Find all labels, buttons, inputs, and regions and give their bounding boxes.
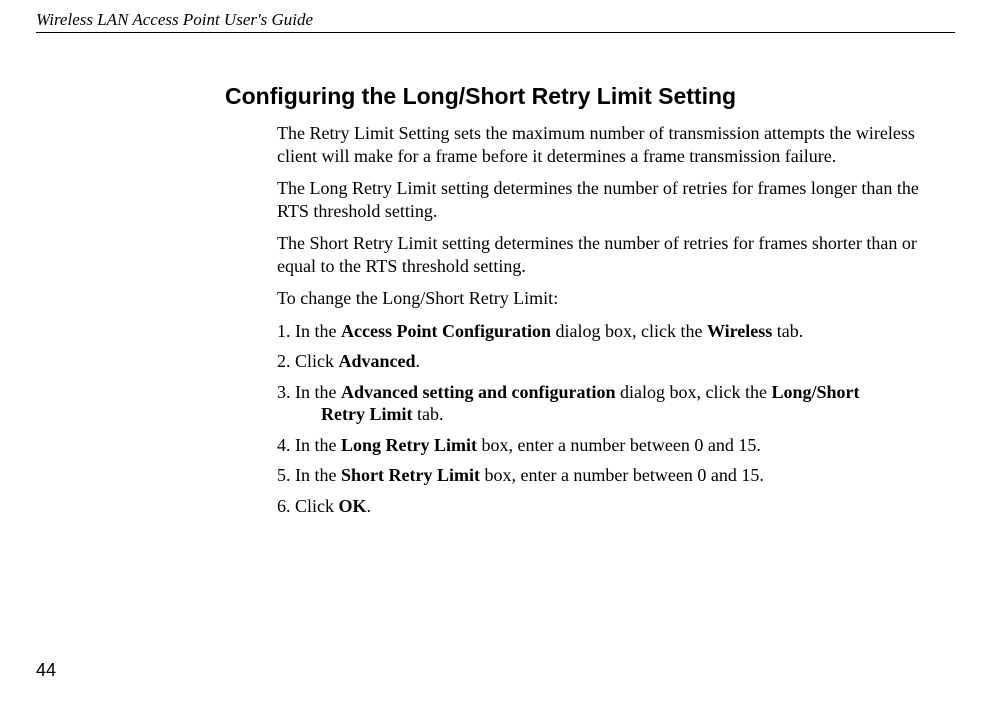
text-plain: In the [295, 435, 341, 455]
text-bold: OK [339, 496, 367, 516]
book-title-header: Wireless LAN Access Point User's Guide [0, 0, 991, 32]
text-plain: In the [295, 382, 341, 402]
text-bold: Retry Limit [321, 404, 412, 424]
text-bold: Short Retry Limit [341, 465, 480, 485]
step-2: Click Advanced. [277, 350, 955, 373]
text-plain: dialog box, click the [616, 382, 772, 402]
text-plain: Click [295, 351, 339, 371]
text-plain: In the [295, 321, 341, 341]
text-plain: . [367, 496, 372, 516]
text-bold: Advanced [339, 351, 416, 371]
paragraph-short-retry: The Short Retry Limit setting determines… [277, 232, 955, 277]
text-plain: Click [295, 496, 339, 516]
paragraph-intro: The Retry Limit Setting sets the maximum… [277, 122, 955, 167]
text-plain: tab. [412, 404, 443, 424]
text-plain: . [416, 351, 421, 371]
text-bold: Wireless [707, 321, 772, 341]
step-6: Click OK. [277, 495, 955, 518]
section-title: Configuring the Long/Short Retry Limit S… [225, 83, 991, 110]
text-plain: dialog box, click the [551, 321, 707, 341]
text-plain: box, enter a number between 0 and 15. [480, 465, 764, 485]
step-3-line2: Retry Limit tab. [299, 403, 955, 426]
text-plain: In the [295, 465, 341, 485]
header-divider [36, 32, 955, 33]
steps-list: In the Access Point Configuration dialog… [277, 320, 955, 518]
text-bold: Access Point Configuration [341, 321, 551, 341]
step-1: In the Access Point Configuration dialog… [277, 320, 955, 343]
step-4: In the Long Retry Limit box, enter a num… [277, 434, 955, 457]
paragraph-long-retry: The Long Retry Limit setting determines … [277, 177, 955, 222]
page-number: 44 [36, 660, 56, 681]
text-plain: box, enter a number between 0 and 15. [477, 435, 761, 455]
paragraph-instruction: To change the Long/Short Retry Limit: [277, 287, 955, 310]
text-bold: Long Retry Limit [341, 435, 477, 455]
text-bold: Advanced setting and configuration [341, 382, 616, 402]
body-content: The Retry Limit Setting sets the maximum… [277, 122, 955, 517]
text-plain: tab. [772, 321, 803, 341]
text-bold: Long/Short [771, 382, 859, 402]
step-3: In the Advanced setting and configuratio… [277, 381, 955, 426]
step-5: In the Short Retry Limit box, enter a nu… [277, 464, 955, 487]
